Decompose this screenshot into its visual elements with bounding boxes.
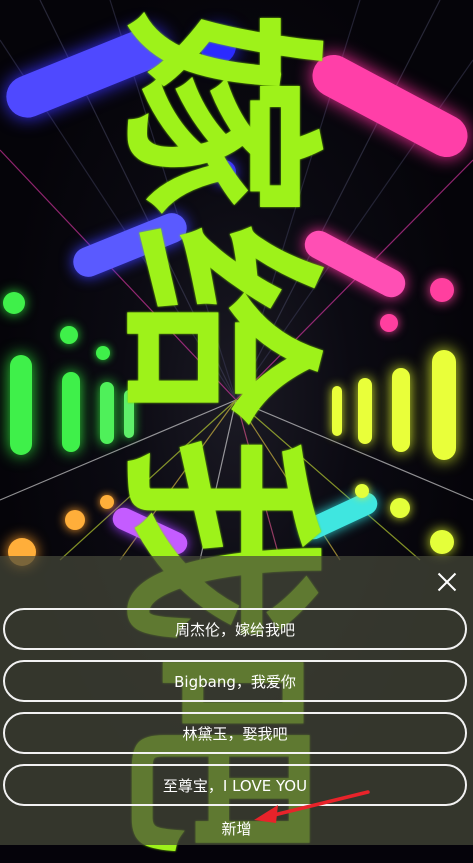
- neon-dot: [430, 278, 454, 302]
- close-icon[interactable]: [435, 570, 459, 594]
- neon-bar: [10, 355, 32, 455]
- neon-bar: [432, 350, 456, 460]
- preset-option-label: 周杰伦，嫁给我吧: [174, 620, 295, 639]
- neon-dot: [60, 326, 78, 344]
- preset-option-label: Bigbang，我爱你: [174, 672, 296, 691]
- neon-dot: [65, 510, 85, 530]
- add-button[interactable]: 新增: [0, 818, 473, 839]
- neon-dot: [3, 292, 25, 314]
- neon-bar: [392, 368, 410, 452]
- preset-option[interactable]: 周杰伦，嫁给我吧: [3, 608, 467, 650]
- neon-bar: [62, 372, 80, 452]
- neon-dot: [390, 498, 410, 518]
- preset-option[interactable]: 至尊宝，I LOVE YOU: [3, 764, 467, 806]
- preset-option[interactable]: 林黛玉，娶我吧: [3, 712, 467, 754]
- preset-option-label: 林黛玉，娶我吧: [182, 724, 288, 743]
- neon-dot: [430, 530, 454, 554]
- add-button-label: 新增: [221, 820, 252, 838]
- annotation-arrow-icon: [254, 790, 370, 823]
- preset-sheet: 周杰伦，嫁给我吧 Bigbang，我爱你 林黛玉，娶我吧 至尊宝，I LOVE …: [0, 556, 473, 845]
- preset-option[interactable]: Bigbang，我爱你: [3, 660, 467, 702]
